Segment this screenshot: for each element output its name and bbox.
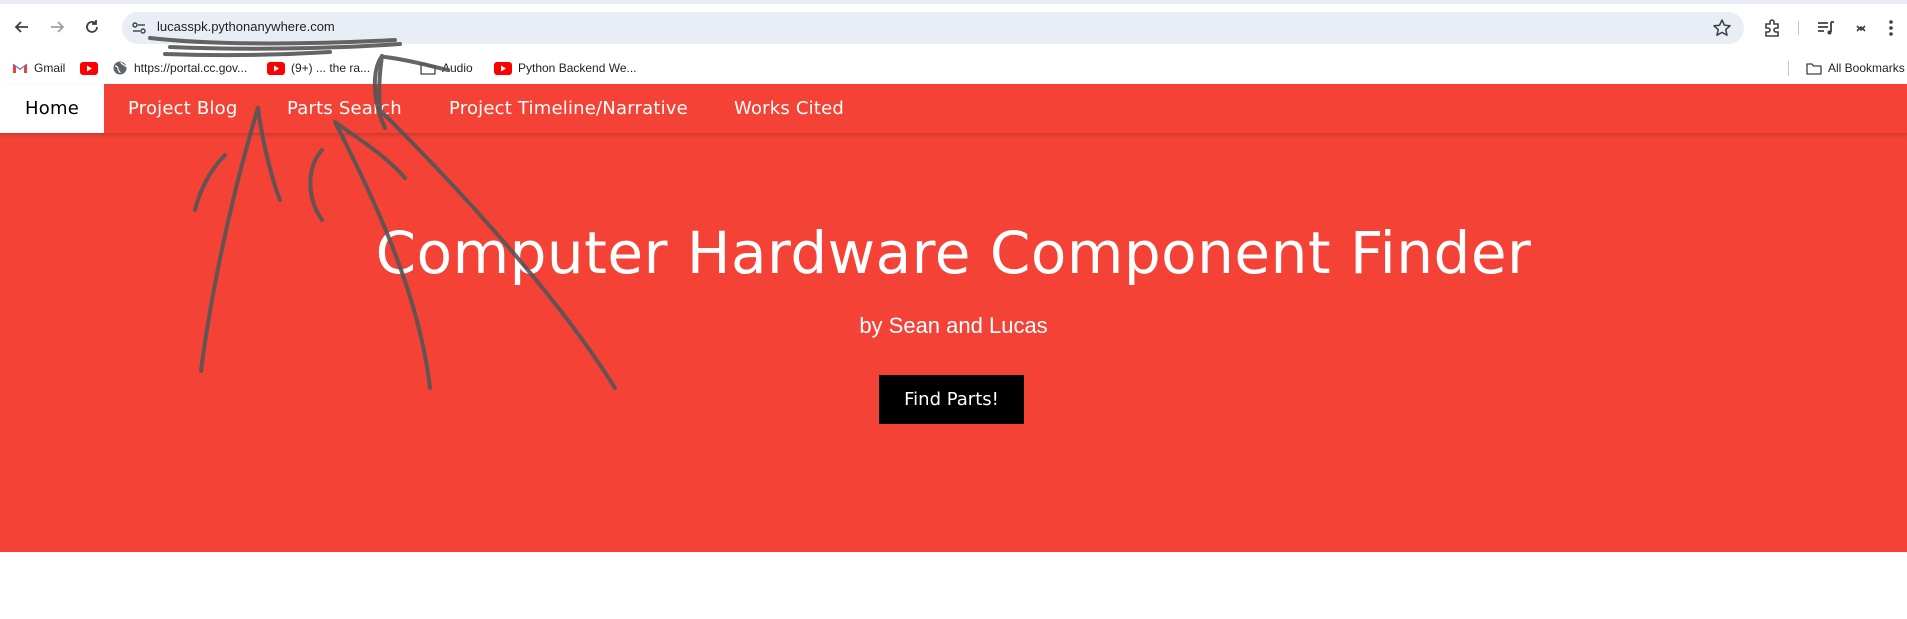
reload-icon (86, 20, 98, 33)
site-info-icon[interactable] (130, 19, 148, 37)
bookmark-youtube-2[interactable]: (9+) ... the ra... (267, 60, 370, 76)
bookmark-python-backend[interactable]: Python Backend We... (494, 60, 637, 76)
hero-subtitle: by Sean and Lucas (859, 313, 1048, 338)
youtube-icon (80, 61, 98, 75)
star-icon[interactable] (1712, 18, 1732, 38)
url-text[interactable]: lucasspk.pythonanywhere.com (157, 19, 335, 34)
nav-project-timeline[interactable]: Project Timeline/Narrative (449, 84, 688, 133)
extensions-icon[interactable] (1762, 17, 1784, 39)
bookmarks-bar: Gmail https://portal.cc.gov... (9+) ... … (0, 52, 1907, 84)
globe-icon (113, 61, 127, 75)
reload-button[interactable] (80, 15, 104, 39)
bookmark-gmail[interactable]: Gmail (12, 60, 65, 76)
hero-section: Computer Hardware Component Finder by Se… (0, 133, 1907, 552)
gmail-icon (12, 63, 28, 73)
hero-title: Computer Hardware Component Finder (375, 219, 1532, 287)
toolbar-divider (1798, 21, 1799, 35)
nav-project-blog[interactable]: Project Blog (128, 84, 238, 133)
youtube-icon (494, 61, 512, 75)
arrow-left-icon (14, 21, 28, 33)
account-icon[interactable] (1850, 17, 1872, 39)
reading-list-icon[interactable] (1815, 17, 1837, 39)
website-viewport: Home Project Blog Parts Search Project T… (0, 84, 1907, 619)
nav-parts-search[interactable]: Parts Search (287, 84, 402, 133)
browser-toolbar: lucasspk.pythonanywhere.com (0, 0, 1907, 52)
folder-icon (1806, 62, 1822, 75)
find-parts-button[interactable]: Find Parts! (879, 375, 1024, 424)
bookmark-audio-folder[interactable]: Audio (420, 60, 473, 76)
arrow-right-icon (51, 21, 65, 33)
site-navbar: Home Project Blog Parts Search Project T… (0, 84, 1907, 133)
nav-home[interactable]: Home (0, 84, 104, 133)
nav-works-cited[interactable]: Works Cited (734, 84, 844, 133)
all-bookmarks-button[interactable]: All Bookmarks (1806, 60, 1905, 76)
bookmarks-divider (1788, 61, 1789, 76)
address-bar[interactable]: lucasspk.pythonanywhere.com (122, 12, 1744, 44)
youtube-icon (267, 61, 285, 75)
forward-button[interactable] (45, 15, 69, 39)
folder-icon (420, 62, 436, 75)
back-button[interactable] (10, 15, 34, 39)
bookmark-portal[interactable]: https://portal.cc.gov... (112, 60, 247, 76)
more-vert-icon[interactable] (1880, 17, 1902, 39)
bookmark-youtube-1[interactable] (80, 60, 98, 76)
